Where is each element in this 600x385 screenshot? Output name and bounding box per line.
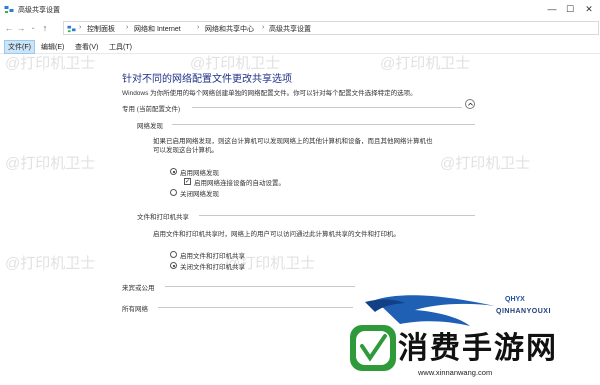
auto-setup-checkbox[interactable]: ✓ xyxy=(184,178,191,185)
discovery-off-radio[interactable] xyxy=(170,189,177,196)
sharing-off-radio[interactable] xyxy=(170,262,177,269)
sharing-off-label[interactable]: 关闭文件和打印机共享 xyxy=(180,261,245,271)
recent-locations-chevron-icon[interactable]: ⌄ xyxy=(28,22,38,34)
discovery-on-label[interactable]: 启用网络发现 xyxy=(180,167,219,177)
breadcrumb-network-sharing-center[interactable]: 网络和共享中心 xyxy=(205,24,254,34)
auto-setup-label[interactable]: 启用网络连接设备的自动设置。 xyxy=(194,177,285,187)
menu-view[interactable]: 查看(V) xyxy=(72,41,101,53)
sharing-on-label[interactable]: 启用文件和打印机共享 xyxy=(180,250,245,260)
section-divider xyxy=(165,286,355,287)
all-networks-profile-label[interactable]: 所有网络 xyxy=(122,303,148,313)
network-discovery-text-cont: 可以发现这台计算机。 xyxy=(153,147,218,154)
window-title: 高级共享设置 xyxy=(18,7,60,14)
network-discovery-title: 网络发现 xyxy=(137,123,163,130)
guest-public-profile-label[interactable]: 来宾或公用 xyxy=(122,282,155,292)
section-divider xyxy=(199,215,475,216)
menu-tools[interactable]: 工具(T) xyxy=(106,41,135,53)
title-bar: 高级共享设置 — ☐ ✕ xyxy=(0,0,600,18)
address-box[interactable]: › 控制面板 › 网络和 Internet › 网络和共享中心 › 高级共享设置 xyxy=(63,21,599,35)
chevron-up-icon xyxy=(467,102,473,106)
file-printer-sharing-text: 启用文件和打印机共享时，网络上的用户可以访问通过此计算机共享的文件和打印机。 xyxy=(153,231,400,238)
collapse-section-button[interactable] xyxy=(465,99,475,109)
logo-brand-mark: QHYX xyxy=(505,296,525,303)
menu-edit[interactable]: 编辑(E) xyxy=(38,41,67,53)
address-bar: ← → ⌄ ↑ › 控制面板 › 网络和 Internet › 网络和共享中心 … xyxy=(0,18,600,38)
minimize-button[interactable]: — xyxy=(543,2,561,16)
sharing-on-radio[interactable] xyxy=(170,251,177,258)
menu-file[interactable]: 文件(F) xyxy=(4,40,35,54)
section-divider xyxy=(192,107,462,108)
page-description: Windows 为你所使用的每个网络创建单独的网络配置文件。你可以针对每个配置文… xyxy=(122,90,417,97)
section-divider xyxy=(172,124,475,125)
logo-brand-text: QINHANYOUXI xyxy=(496,308,551,315)
page-heading: 针对不同的网络配置文件更改共享选项 xyxy=(122,74,292,85)
discovery-off-label[interactable]: 关闭网络发现 xyxy=(180,188,219,198)
back-arrow-icon[interactable]: ← xyxy=(4,22,14,34)
breadcrumb-advanced-sharing[interactable]: 高级共享设置 xyxy=(269,24,311,34)
breadcrumb-control-panel[interactable]: 控制面板 xyxy=(87,24,115,34)
breadcrumb-network-internet[interactable]: 网络和 Internet xyxy=(134,24,181,34)
control-panel-icon xyxy=(67,25,76,33)
up-arrow-icon[interactable]: ↑ xyxy=(40,22,50,34)
private-profile-label[interactable]: 专用 (当前配置文件) xyxy=(122,103,180,113)
menu-bar: 文件(F) 编辑(E) 查看(V) 工具(T) xyxy=(0,39,600,54)
network-sharing-icon xyxy=(4,6,14,13)
breadcrumb-separator: › xyxy=(126,24,129,31)
discovery-on-radio[interactable] xyxy=(170,168,177,175)
forward-arrow-icon[interactable]: → xyxy=(16,22,26,34)
section-divider xyxy=(158,307,353,308)
file-printer-sharing-title: 文件和打印机共享 xyxy=(137,214,189,221)
breadcrumb-separator: › xyxy=(197,24,200,31)
breadcrumb-separator: › xyxy=(262,24,265,31)
logo-url: www.xinnanwang.com xyxy=(418,368,493,377)
breadcrumb-separator: › xyxy=(79,24,82,31)
logo-site-name: 消费手游网 xyxy=(398,331,558,366)
maximize-button[interactable]: ☐ xyxy=(561,2,579,16)
close-button[interactable]: ✕ xyxy=(580,2,598,16)
